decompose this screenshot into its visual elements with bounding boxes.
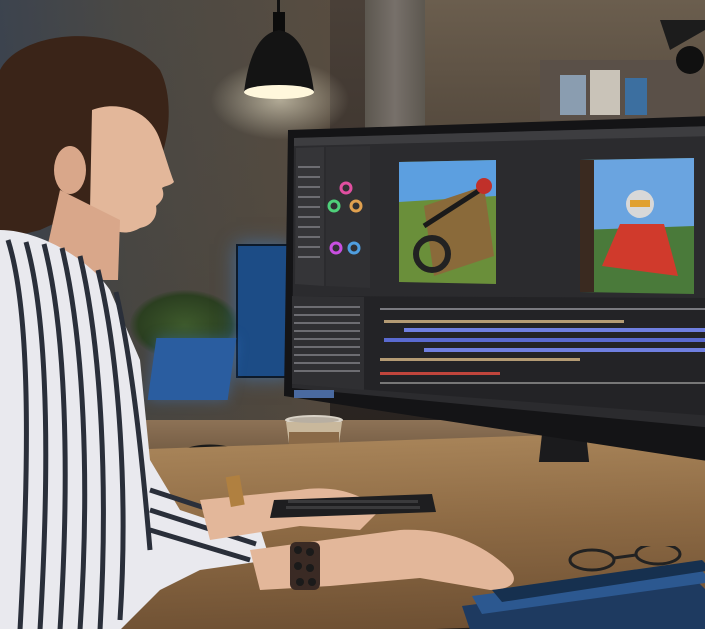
woman-editor xyxy=(0,36,514,629)
keyboard-icon xyxy=(270,494,436,518)
notebooks-and-glasses xyxy=(462,546,705,629)
office-scene xyxy=(0,0,705,629)
wall-shelf xyxy=(540,20,705,120)
